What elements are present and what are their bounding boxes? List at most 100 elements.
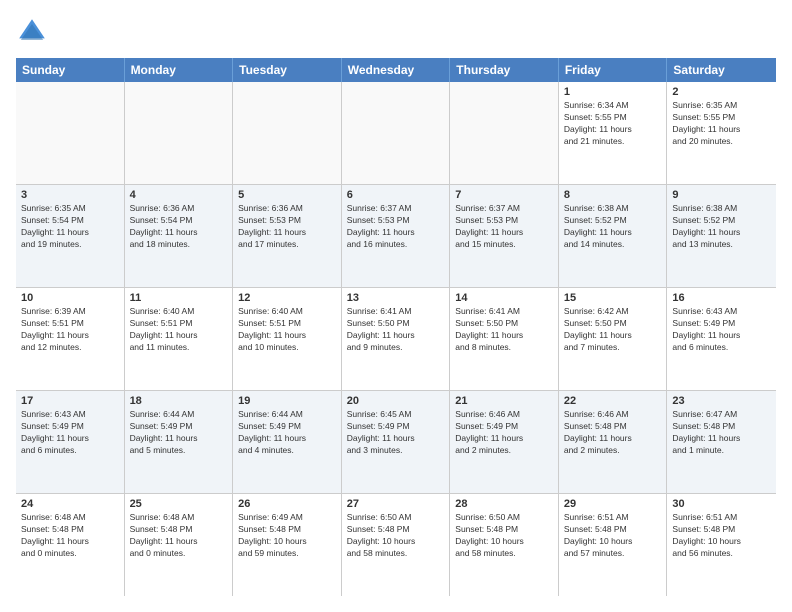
day-info: Sunrise: 6:43 AM Sunset: 5:49 PM Dayligh… (672, 306, 771, 354)
header-day-sunday: Sunday (16, 58, 125, 82)
calendar-cell: 15 Sunrise: 6:42 AM Sunset: 5:50 PM Dayli… (559, 288, 668, 390)
calendar-cell: 18Sunrise: 6:44 AM Sunset: 5:49 PM Dayli… (125, 391, 234, 493)
day-info: Sunrise: 6:44 AM Sunset: 5:49 PM Dayligh… (238, 409, 336, 457)
calendar-cell (16, 82, 125, 184)
calendar-cell: 23 Sunrise: 6:47 AM Sunset: 5:48 PM Dayli… (667, 391, 776, 493)
day-number: 25 (130, 498, 228, 510)
day-info: Sunrise: 6:40 AM Sunset: 5:51 PM Dayligh… (238, 306, 336, 354)
day-info: Sunrise: 6:40 AM Sunset: 5:51 PM Dayligh… (130, 306, 228, 354)
day-info: Sunrise: 6:50 AM Sunset: 5:48 PM Dayligh… (347, 512, 445, 560)
day-number: 20 (347, 395, 445, 407)
calendar-cell: 3 Sunrise: 6:35 AM Sunset: 5:54 PM Daylig… (16, 185, 125, 287)
calendar-cell: 24Sunrise: 6:48 AM Sunset: 5:48 PM Dayli… (16, 494, 125, 596)
day-info: Sunrise: 6:47 AM Sunset: 5:48 PM Dayligh… (672, 409, 771, 457)
day-info: Sunrise: 6:46 AM Sunset: 5:48 PM Dayligh… (564, 409, 662, 457)
header-day-saturday: Saturday (667, 58, 776, 82)
calendar-cell: 16 Sunrise: 6:43 AM Sunset: 5:49 PM Dayli… (667, 288, 776, 390)
day-number: 27 (347, 498, 445, 510)
calendar-cell: 1 Sunrise: 6:34 AM Sunset: 5:55 PM Daylig… (559, 82, 668, 184)
day-info: Sunrise: 6:41 AM Sunset: 5:50 PM Dayligh… (347, 306, 445, 354)
calendar-cell: 6Sunrise: 6:37 AM Sunset: 5:53 PM Daylig… (342, 185, 451, 287)
calendar-week-3: 10 Sunrise: 6:39 AM Sunset: 5:51 PM Dayli… (16, 288, 776, 391)
calendar-cell: 22 Sunrise: 6:46 AM Sunset: 5:48 PM Dayli… (559, 391, 668, 493)
day-info: Sunrise: 6:36 AM Sunset: 5:54 PM Dayligh… (130, 203, 228, 251)
day-number: 21 (455, 395, 553, 407)
day-number: 12 (238, 292, 336, 304)
calendar-cell: 11 Sunrise: 6:40 AM Sunset: 5:51 PM Dayli… (125, 288, 234, 390)
day-info: Sunrise: 6:44 AM Sunset: 5:49 PM Dayligh… (130, 409, 228, 457)
header (16, 16, 776, 48)
calendar: SundayMondayTuesdayWednesdayThursdayFrid… (16, 58, 776, 596)
day-number: 2 (672, 86, 771, 98)
day-info: Sunrise: 6:41 AM Sunset: 5:50 PM Dayligh… (455, 306, 553, 354)
day-number: 3 (21, 189, 119, 201)
calendar-cell: 14 Sunrise: 6:41 AM Sunset: 5:50 PM Dayli… (450, 288, 559, 390)
header-day-tuesday: Tuesday (233, 58, 342, 82)
day-number: 17 (21, 395, 119, 407)
calendar-body: 1 Sunrise: 6:34 AM Sunset: 5:55 PM Daylig… (16, 82, 776, 596)
day-info: Sunrise: 6:36 AM Sunset: 5:53 PM Dayligh… (238, 203, 336, 251)
day-number: 16 (672, 292, 771, 304)
calendar-cell: 13 Sunrise: 6:41 AM Sunset: 5:50 PM Dayli… (342, 288, 451, 390)
calendar-week-4: 17 Sunrise: 6:43 AM Sunset: 5:49 PM Dayli… (16, 391, 776, 494)
calendar-header: SundayMondayTuesdayWednesdayThursdayFrid… (16, 58, 776, 82)
calendar-cell: 20 Sunrise: 6:45 AM Sunset: 5:49 PM Dayli… (342, 391, 451, 493)
logo (16, 16, 52, 48)
header-day-friday: Friday (559, 58, 668, 82)
day-number: 23 (672, 395, 771, 407)
day-number: 1 (564, 86, 662, 98)
calendar-cell: 5 Sunrise: 6:36 AM Sunset: 5:53 PM Daylig… (233, 185, 342, 287)
day-number: 15 (564, 292, 662, 304)
calendar-cell: 27 Sunrise: 6:50 AM Sunset: 5:48 PM Dayli… (342, 494, 451, 596)
day-info: Sunrise: 6:35 AM Sunset: 5:55 PM Dayligh… (672, 100, 771, 148)
day-info: Sunrise: 6:49 AM Sunset: 5:48 PM Dayligh… (238, 512, 336, 560)
calendar-cell: 30Sunrise: 6:51 AM Sunset: 5:48 PM Dayli… (667, 494, 776, 596)
day-info: Sunrise: 6:50 AM Sunset: 5:48 PM Dayligh… (455, 512, 553, 560)
day-info: Sunrise: 6:37 AM Sunset: 5:53 PM Dayligh… (455, 203, 553, 251)
day-info: Sunrise: 6:43 AM Sunset: 5:49 PM Dayligh… (21, 409, 119, 457)
day-info: Sunrise: 6:51 AM Sunset: 5:48 PM Dayligh… (672, 512, 771, 560)
calendar-cell: 2 Sunrise: 6:35 AM Sunset: 5:55 PM Daylig… (667, 82, 776, 184)
calendar-cell (450, 82, 559, 184)
header-day-thursday: Thursday (450, 58, 559, 82)
calendar-week-1: 1 Sunrise: 6:34 AM Sunset: 5:55 PM Daylig… (16, 82, 776, 185)
day-number: 5 (238, 189, 336, 201)
day-number: 4 (130, 189, 228, 201)
calendar-cell: 7 Sunrise: 6:37 AM Sunset: 5:53 PM Daylig… (450, 185, 559, 287)
day-number: 8 (564, 189, 662, 201)
calendar-cell: 17 Sunrise: 6:43 AM Sunset: 5:49 PM Dayli… (16, 391, 125, 493)
day-number: 6 (347, 189, 445, 201)
day-number: 13 (347, 292, 445, 304)
calendar-cell: 29Sunrise: 6:51 AM Sunset: 5:48 PM Dayli… (559, 494, 668, 596)
calendar-cell: 21 Sunrise: 6:46 AM Sunset: 5:49 PM Dayli… (450, 391, 559, 493)
calendar-cell (125, 82, 234, 184)
calendar-cell: 10 Sunrise: 6:39 AM Sunset: 5:51 PM Dayli… (16, 288, 125, 390)
day-number: 14 (455, 292, 553, 304)
day-number: 19 (238, 395, 336, 407)
day-number: 11 (130, 292, 228, 304)
calendar-cell: 25Sunrise: 6:48 AM Sunset: 5:48 PM Dayli… (125, 494, 234, 596)
calendar-cell (342, 82, 451, 184)
day-info: Sunrise: 6:46 AM Sunset: 5:49 PM Dayligh… (455, 409, 553, 457)
day-info: Sunrise: 6:34 AM Sunset: 5:55 PM Dayligh… (564, 100, 662, 148)
calendar-cell: 12 Sunrise: 6:40 AM Sunset: 5:51 PM Dayli… (233, 288, 342, 390)
day-number: 7 (455, 189, 553, 201)
calendar-cell: 4 Sunrise: 6:36 AM Sunset: 5:54 PM Daylig… (125, 185, 234, 287)
calendar-week-2: 3 Sunrise: 6:35 AM Sunset: 5:54 PM Daylig… (16, 185, 776, 288)
calendar-cell: 28Sunrise: 6:50 AM Sunset: 5:48 PM Dayli… (450, 494, 559, 596)
calendar-week-5: 24Sunrise: 6:48 AM Sunset: 5:48 PM Dayli… (16, 494, 776, 596)
day-info: Sunrise: 6:51 AM Sunset: 5:48 PM Dayligh… (564, 512, 662, 560)
calendar-cell: 9Sunrise: 6:38 AM Sunset: 5:52 PM Daylig… (667, 185, 776, 287)
day-info: Sunrise: 6:39 AM Sunset: 5:51 PM Dayligh… (21, 306, 119, 354)
header-day-wednesday: Wednesday (342, 58, 451, 82)
day-number: 10 (21, 292, 119, 304)
day-number: 26 (238, 498, 336, 510)
calendar-cell: 19 Sunrise: 6:44 AM Sunset: 5:49 PM Dayli… (233, 391, 342, 493)
day-number: 24 (21, 498, 119, 510)
header-day-monday: Monday (125, 58, 234, 82)
logo-icon (16, 16, 48, 48)
day-info: Sunrise: 6:45 AM Sunset: 5:49 PM Dayligh… (347, 409, 445, 457)
day-info: Sunrise: 6:35 AM Sunset: 5:54 PM Dayligh… (21, 203, 119, 251)
day-number: 22 (564, 395, 662, 407)
day-info: Sunrise: 6:42 AM Sunset: 5:50 PM Dayligh… (564, 306, 662, 354)
